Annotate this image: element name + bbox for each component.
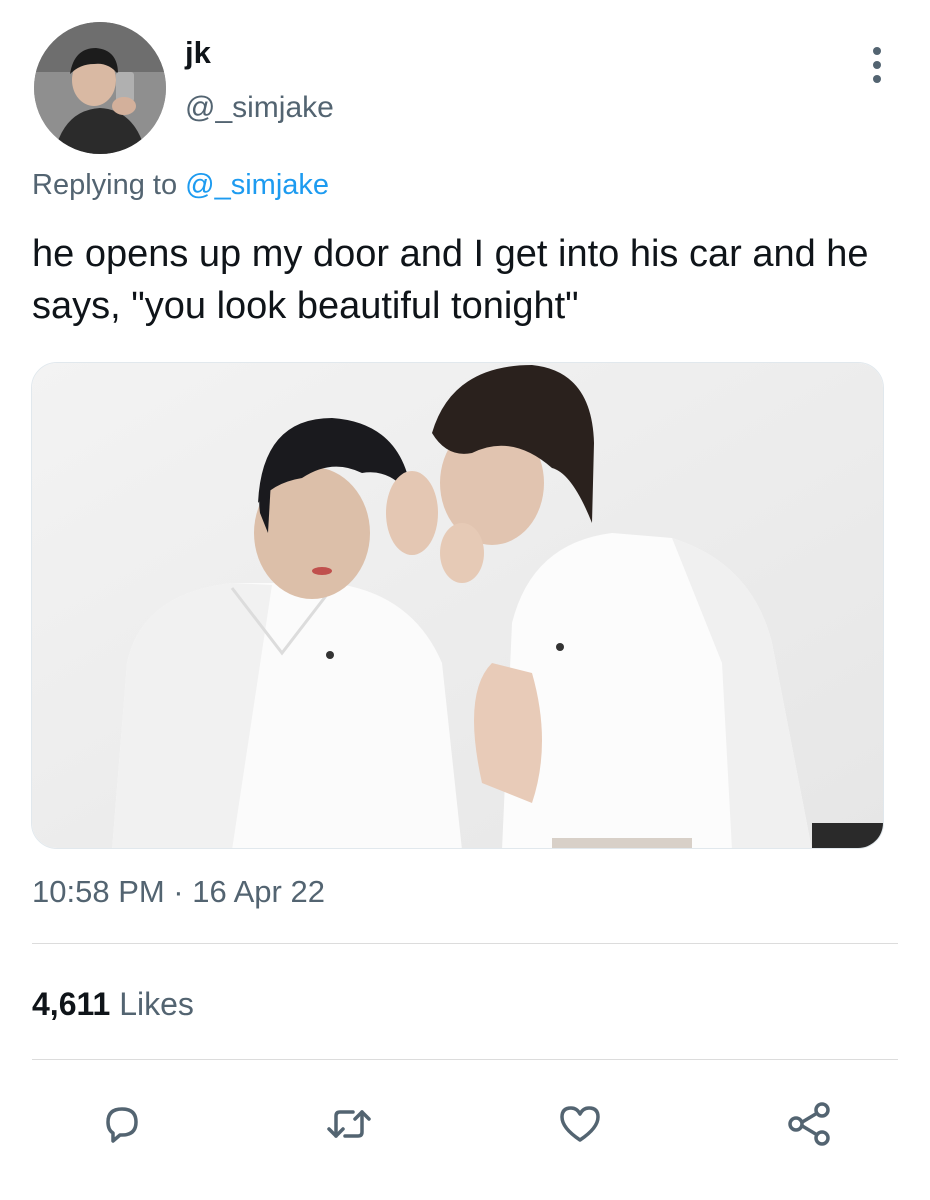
reply-icon xyxy=(106,1107,138,1143)
divider xyxy=(32,943,898,944)
display-name[interactable]: jk xyxy=(185,36,211,70)
likes-stat[interactable]: 4,611 Likes xyxy=(32,984,194,1024)
tweet-timestamp[interactable]: 10:58 PM · 16 Apr 22 xyxy=(32,873,325,911)
retweet-button[interactable] xyxy=(317,1092,381,1156)
tweet-media-image[interactable] xyxy=(31,362,884,849)
tweet-text: he opens up my door and I get into his c… xyxy=(32,233,869,327)
likes-count: 4,611 xyxy=(32,986,111,1022)
more-vertical-icon[interactable] xyxy=(862,45,892,85)
reply-button[interactable] xyxy=(90,1092,154,1156)
share-icon xyxy=(788,1102,830,1146)
heart-icon xyxy=(560,1106,600,1142)
avatar[interactable] xyxy=(34,22,166,154)
share-button[interactable] xyxy=(777,1092,841,1156)
replying-prefix: Replying to xyxy=(32,169,178,201)
replying-to: Replying to @_simjake xyxy=(32,168,329,202)
user-handle[interactable]: @_simjake xyxy=(185,91,334,125)
likes-label: Likes xyxy=(119,986,194,1022)
divider xyxy=(32,1059,898,1060)
replying-mention-link[interactable]: @_simjake xyxy=(185,169,329,201)
like-button[interactable] xyxy=(548,1092,612,1156)
retweet-icon xyxy=(327,1110,371,1138)
